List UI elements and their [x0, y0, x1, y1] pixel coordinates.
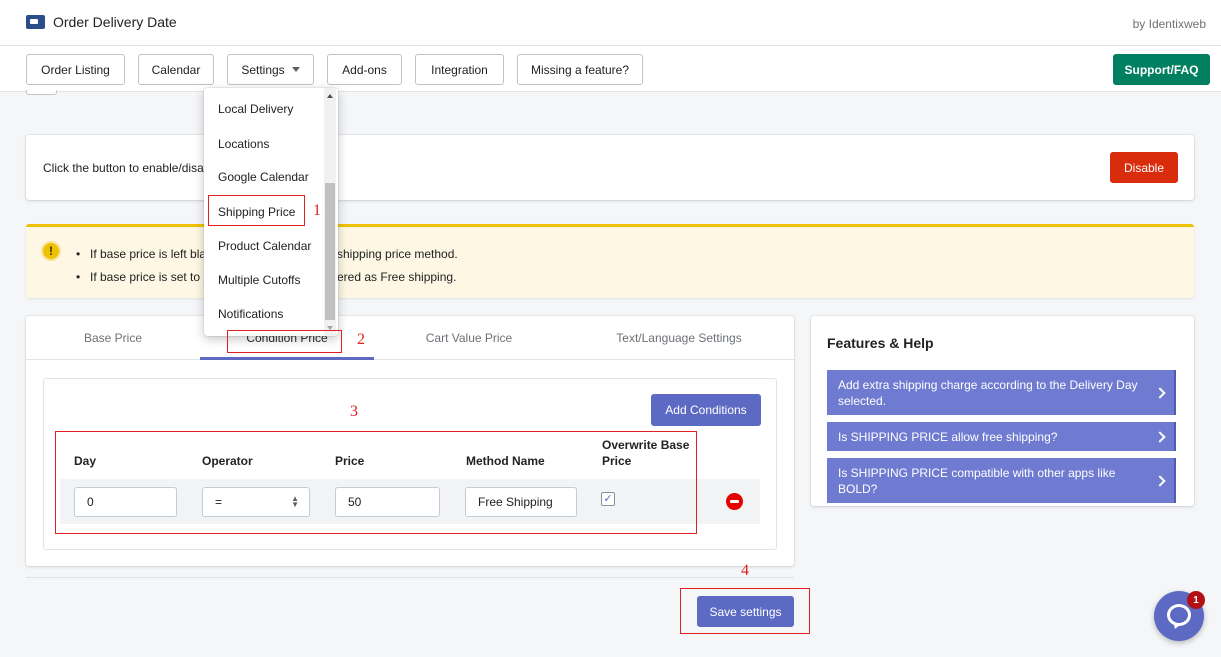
chat-bubble-icon: [1167, 604, 1191, 626]
help-title: Features & Help: [827, 335, 934, 351]
banner-line-1-start: If base price is left bla: [76, 247, 206, 261]
calendar-button[interactable]: Calendar: [138, 54, 214, 85]
annotation-number-2: 2: [357, 331, 365, 348]
caret-down-icon: [291, 67, 300, 72]
help-link-3-line-1: Is SHIPPING PRICE compatible with other …: [838, 466, 1116, 496]
annotation-number-4: 4: [741, 562, 749, 579]
info-banner: If base price is left bla shipping price…: [26, 224, 1194, 298]
app-logo-icon: [26, 15, 45, 29]
app-title: Order Delivery Date: [53, 14, 177, 30]
annotation-box-2: [227, 330, 342, 353]
menu-item-local-delivery[interactable]: Local Delivery: [218, 102, 293, 116]
menu-item-multiple-cutoffs[interactable]: Multiple Cutoffs: [218, 273, 300, 287]
features-help-card: Features & Help Add extra shipping charg…: [811, 316, 1194, 506]
footer-divider: [26, 577, 794, 578]
help-link-1-line-1: Add extra shipping charge according to t…: [838, 378, 1138, 392]
menu-item-locations[interactable]: Locations: [218, 137, 269, 151]
collapsed-element: [26, 90, 57, 95]
menu-item-google-calendar[interactable]: Google Calendar: [218, 170, 309, 184]
support-faq-button[interactable]: Support/FAQ: [1113, 54, 1210, 85]
annotation-box-4: [680, 588, 810, 634]
annotation-number-1: 1: [313, 202, 321, 219]
chevron-right-icon: [1154, 474, 1166, 487]
scroll-up-icon[interactable]: [327, 94, 333, 98]
tab-cart-value-price[interactable]: Cart Value Price: [374, 316, 564, 360]
menu-item-product-calendar[interactable]: Product Calendar: [218, 239, 311, 253]
annotation-number-3: 3: [350, 403, 358, 420]
integration-button[interactable]: Integration: [415, 54, 504, 85]
chat-notification-badge: 1: [1187, 591, 1205, 609]
settings-dropdown-button[interactable]: Settings: [227, 54, 314, 85]
chevron-right-icon: [1154, 386, 1166, 399]
chevron-right-icon: [1154, 430, 1166, 443]
help-link-free-shipping[interactable]: Is SHIPPING PRICE allow free shipping?: [827, 422, 1176, 451]
help-link-1-line-2: selected.: [838, 394, 887, 408]
order-listing-button[interactable]: Order Listing: [26, 54, 125, 85]
annotation-box-3: [55, 431, 697, 534]
tab-base-price[interactable]: Base Price: [26, 316, 200, 360]
add-conditions-button[interactable]: Add Conditions: [651, 394, 761, 426]
active-tab-indicator: [200, 357, 374, 360]
remove-row-icon[interactable]: [726, 493, 743, 510]
enable-description: Click the button to enable/disa: [43, 161, 204, 175]
banner-line-1-end: shipping price method.: [337, 247, 458, 261]
addons-button[interactable]: Add-ons: [327, 54, 402, 85]
top-bar: Order Delivery Date by Identixweb: [0, 0, 1221, 46]
byline: by Identixweb: [1132, 17, 1206, 31]
settings-label: Settings: [241, 62, 285, 77]
help-link-2-line-1: Is SHIPPING PRICE allow free shipping?: [838, 430, 1058, 444]
menu-scrollbar-thumb[interactable]: [325, 183, 335, 320]
help-link-extra-charge[interactable]: Add extra shipping charge according to t…: [827, 370, 1176, 415]
tab-divider: [26, 359, 794, 360]
nav-bar: Order Listing Calendar Settings Add-ons …: [0, 46, 1221, 92]
banner-line-2-start: If base price is set to z: [76, 270, 209, 284]
menu-item-notifications[interactable]: Notifications: [218, 307, 283, 321]
warning-icon: [41, 241, 61, 261]
tab-text-language-settings[interactable]: Text/Language Settings: [564, 316, 794, 360]
banner-line-2-end: ered as Free shipping.: [337, 270, 457, 284]
missing-feature-button[interactable]: Missing a feature?: [517, 54, 643, 85]
help-link-bold-compatible[interactable]: Is SHIPPING PRICE compatible with other …: [827, 458, 1176, 503]
disable-button[interactable]: Disable: [1110, 152, 1178, 183]
annotation-box-1: [208, 195, 305, 226]
enable-card: Click the button to enable/disa Disable: [26, 135, 1194, 200]
